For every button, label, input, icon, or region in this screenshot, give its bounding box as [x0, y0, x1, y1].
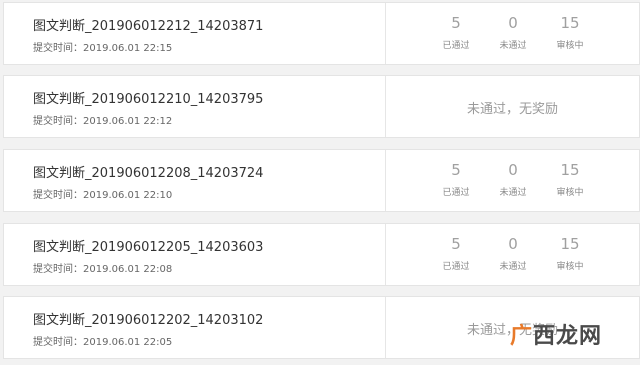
item-info: 图文判断_201906012208_14203724 提交时间：2019.06.…	[4, 150, 386, 211]
item-title: 图文判断_201906012210_14203795	[33, 92, 264, 107]
item-title: 图文判断_201906012202_14203102	[33, 313, 264, 328]
item-stats: 未通过，无奖励	[386, 76, 639, 137]
item-stats: 5 已通过 0 未通过 15 审核中	[386, 150, 639, 211]
passed-count: 5	[451, 235, 461, 253]
passed-count: 5	[451, 161, 461, 179]
item-info: 图文判断_201906012210_14203795 提交时间：2019.06.…	[4, 76, 386, 137]
passed-label: 已通过	[442, 262, 470, 272]
passed-label: 已通过	[442, 41, 470, 51]
submit-time: 提交时间：2019.06.01 22:12	[33, 116, 173, 127]
list-item[interactable]: 图文判断_201906012210_14203795 提交时间：2019.06.…	[3, 75, 640, 138]
reviewing-count: 15	[560, 235, 580, 253]
passed-label: 已通过	[442, 188, 470, 198]
passed-count: 5	[451, 14, 461, 32]
failed-label: 未通过	[499, 41, 527, 51]
item-info: 图文判断_201906012212_14203871 提交时间：2019.06.…	[4, 3, 386, 64]
passed-stat: 5 已通过	[426, 13, 486, 51]
reviewing-stat: 15 审核中	[540, 160, 600, 198]
item-title: 图文判断_201906012212_14203871	[33, 19, 264, 34]
watermark-rest: 西龙网	[533, 324, 603, 349]
item-info: 图文判断_201906012202_14203102 提交时间：2019.06.…	[4, 297, 386, 358]
list-item[interactable]: 图文判断_201906012208_14203724 提交时间：2019.06.…	[3, 149, 640, 212]
status-text: 未通过，无奖励	[466, 102, 558, 117]
failed-stat: 0 未通过	[483, 160, 543, 198]
reviewing-label: 审核中	[556, 41, 584, 51]
failed-label: 未通过	[499, 262, 527, 272]
list-item[interactable]: 图文判断_201906012212_14203871 提交时间：2019.06.…	[3, 2, 640, 65]
item-stats: 5 已通过 0 未通过 15 审核中	[386, 3, 639, 64]
reviewing-count: 15	[560, 14, 580, 32]
item-info: 图文判断_201906012205_14203603 提交时间：2019.06.…	[4, 224, 386, 285]
reviewing-label: 审核中	[556, 188, 584, 198]
list-item[interactable]: 图文判断_201906012205_14203603 提交时间：2019.06.…	[3, 223, 640, 286]
submit-time: 提交时间：2019.06.01 22:15	[33, 43, 173, 54]
item-title: 图文判断_201906012205_14203603	[33, 240, 264, 255]
watermark-first-char: 广	[510, 324, 534, 349]
passed-stat: 5 已通过	[426, 160, 486, 198]
failed-count: 0	[508, 14, 518, 32]
reviewing-stat: 15 审核中	[540, 234, 600, 272]
submit-time: 提交时间：2019.06.01 22:08	[33, 264, 173, 275]
passed-stat: 5 已通过	[426, 234, 486, 272]
failed-label: 未通过	[499, 188, 527, 198]
item-title: 图文判断_201906012208_14203724	[33, 166, 264, 181]
watermark-logo: 广西龙网	[510, 318, 602, 350]
reviewing-label: 审核中	[556, 262, 584, 272]
failed-stat: 0 未通过	[483, 234, 543, 272]
reviewing-stat: 15 审核中	[540, 13, 600, 51]
reviewing-count: 15	[560, 161, 580, 179]
item-stats: 5 已通过 0 未通过 15 审核中	[386, 224, 639, 285]
failed-stat: 0 未通过	[483, 13, 543, 51]
submit-time: 提交时间：2019.06.01 22:10	[33, 190, 173, 201]
failed-count: 0	[508, 235, 518, 253]
submit-time: 提交时间：2019.06.01 22:05	[33, 337, 173, 348]
failed-count: 0	[508, 161, 518, 179]
